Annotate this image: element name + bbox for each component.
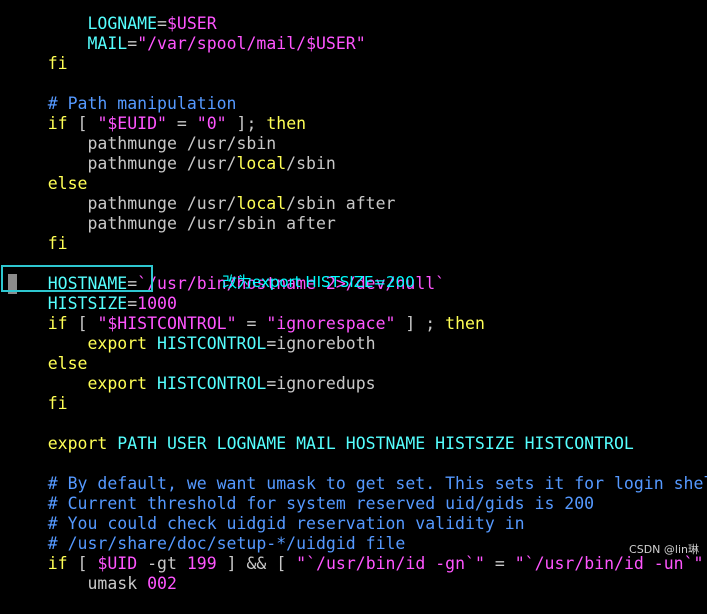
code-comment: # Path manipulation — [47, 94, 237, 113]
code-line: fi — [47, 234, 68, 253]
code-line: pathmunge /usr/local/sbin — [47, 154, 336, 173]
code-line: export HISTCONTROL=ignoredups — [87, 374, 376, 393]
code-line: if [ "$HISTCONTROL" = "ignorespace" ] ; … — [47, 314, 485, 333]
code-line: if [ "$EUID" = "0" ]; then — [47, 114, 307, 133]
watermark: CSDN @lin琳 — [629, 543, 699, 556]
code-line: pathmunge /usr/local/sbin after — [47, 194, 396, 213]
code-line: umask 002 — [47, 574, 177, 593]
code-line: fi — [47, 54, 68, 73]
annotation-highlight-box — [1, 265, 153, 292]
code-line: else — [47, 174, 88, 193]
terminal-window[interactable]: LOGNAME=$USER MAIL="/var/spool/mail/$USE… — [0, 0, 707, 593]
code-line: pathmunge /usr/sbin after — [47, 214, 336, 233]
code-line: else — [47, 354, 88, 373]
code-line: export HISTCONTROL=ignoreboth — [87, 334, 376, 353]
code-line: if [ $UID -gt 199 ] && [ "`/usr/bin/id -… — [47, 554, 704, 573]
annotation-note: 改为export HISTSIZE=200 — [222, 273, 415, 291]
code-line: pathmunge /usr/sbin — [47, 134, 277, 153]
code-line: LOGNAME=$USER — [87, 14, 217, 33]
code-comment: # You could check uidgid reservation val… — [47, 514, 525, 533]
code-comment: # /usr/share/doc/setup-*/uidgid file — [47, 534, 406, 553]
code-comment: # Current threshold for system reserved … — [47, 494, 595, 513]
code-line: fi — [47, 394, 68, 413]
code-comment: # By default, we want umask to get set. … — [47, 474, 707, 493]
code-line: MAIL="/var/spool/mail/$USER" — [87, 34, 366, 53]
code-line: export PATH USER LOGNAME MAIL HOSTNAME H… — [47, 434, 634, 453]
